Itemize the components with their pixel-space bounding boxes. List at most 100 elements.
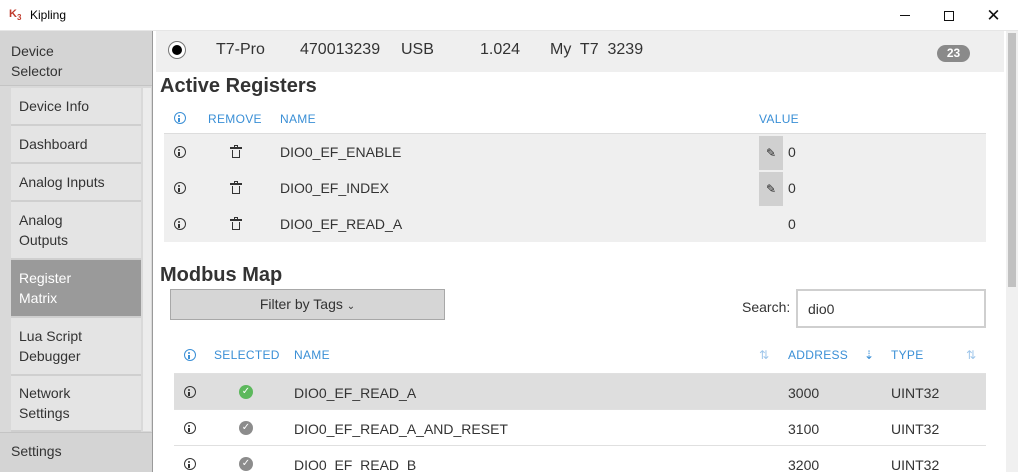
sidebar-item-label: Network [19,385,71,401]
sidebar-scrollbar[interactable] [143,88,151,431]
search-label: Search: [742,299,791,315]
pencil-icon: ✎ [765,146,777,160]
edit-value-button[interactable]: ✎ [759,136,783,170]
minimize-button[interactable] [882,0,927,31]
active-registers-title: Active Registers [160,75,317,97]
address-column-header[interactable]: ADDRESS [788,348,848,362]
main-scrollbar[interactable] [1006,31,1018,472]
register-type: UINT32 [891,421,940,437]
register-name: DIO0_EF_READ_A [280,216,403,232]
sidebar-item-label: Analog Inputs [19,174,105,190]
chevron-down-icon: ⌄ [346,301,356,312]
info-icon[interactable] [174,218,186,230]
info-icon[interactable] [184,422,196,434]
sidebar-item-register-matrix[interactable]: Register Matrix [11,260,141,318]
name-column-header: NAME [280,112,316,126]
sidebar-item-label: Dashboard [19,136,88,152]
sidebar-item-label: Register [19,270,72,286]
edit-value-button[interactable]: ✎ [759,172,783,206]
trash-icon[interactable] [230,217,242,230]
info-icon[interactable] [174,146,186,158]
sidebar-item-label: Analog [19,212,63,228]
sidebar-item-network-settings[interactable]: Network Settings [11,376,141,432]
sidebar-item-label: Settings [19,405,70,421]
table-row: DIO0_EF_INDEX ✎ 0 [164,170,986,206]
sort-icon[interactable]: ⇅ [966,348,976,362]
kipling-window: K3 Kipling ✕ Device Selector Device Info… [0,0,1018,472]
sidebar-item-analog-inputs[interactable]: Analog Inputs [11,164,141,202]
sidebar-item-label: Matrix [19,290,58,306]
sidebar: Device Selector Device Info Dashboard An… [0,31,153,472]
sidebar-item-device-selector[interactable]: Device Selector [0,31,152,86]
active-registers-header: REMOVE NAME VALUE [164,105,986,135]
device-model: T7-Pro [216,41,265,58]
check-circle-icon[interactable]: ✓ [239,421,253,435]
register-name: DIO0_EF_READ_B [294,457,417,472]
search-input[interactable]: dio0 [796,289,986,328]
sidebar-item-label: Device Info [19,98,90,114]
name-column-header[interactable]: NAME [294,348,330,362]
register-address: 3100 [788,421,820,437]
check-circle-icon[interactable]: ✓ [239,457,253,471]
sidebar-item-label: Outputs [19,232,69,248]
close-icon: ✕ [986,6,1001,25]
pencil-icon: ✎ [765,182,777,196]
register-name: DIO0_EF_INDEX [280,180,389,196]
scrollbar-thumb[interactable] [1008,33,1016,287]
sidebar-item-label: Lua Script [19,328,83,344]
device-connection: USB [401,41,434,58]
selected-column-header[interactable]: SELECTED [214,348,280,362]
sidebar-item-lua-script-debugger[interactable]: Lua Script Debugger [11,318,141,376]
trash-icon[interactable] [230,145,242,158]
register-name: DIO0_EF_READ_A [294,385,417,401]
type-column-header[interactable]: TYPE [891,348,924,362]
info-icon[interactable] [174,182,186,194]
device-radio-button[interactable] [168,41,186,59]
register-type: UINT32 [891,457,940,472]
device-row[interactable]: T7-Pro 470013239 USB 1.024 My T7 3239 23 [156,31,1004,72]
info-icon [184,349,196,361]
active-registers-table: DIO0_EF_ENABLE ✎ 0 DIO0_EF_INDEX ✎ 0 DIO… [164,134,986,242]
table-row[interactable]: ✓ DIO0_EF_READ_A_AND_RESET 3100 UINT32 [174,409,986,445]
table-row: DIO0_EF_READ_A 0 [164,206,986,242]
register-value: 0 [788,216,796,232]
info-icon[interactable] [184,386,196,398]
sort-icon[interactable]: ⇅ [759,348,769,362]
table-row[interactable]: ✓ DIO0_EF_READ_A 3000 UINT32 [174,373,986,409]
modbus-map-title: Modbus Map [160,264,283,286]
table-row: DIO0_EF_ENABLE ✎ 0 [164,134,986,170]
filter-by-tags-button[interactable]: Filter by Tags ⌄ [170,289,445,320]
maximize-icon [943,10,954,21]
register-name: DIO0_EF_READ_A_AND_RESET [294,421,508,437]
device-name: My T7 3239 [550,41,644,58]
filter-button-label: Filter by Tags [259,296,343,312]
register-name: DIO0_EF_ENABLE [280,144,402,160]
check-circle-icon[interactable]: ✓ [239,385,253,399]
close-button[interactable]: ✕ [971,0,1016,31]
sidebar-item-label: Selector [11,63,63,79]
device-serial: 470013239 [300,41,381,58]
register-address: 3000 [788,385,820,401]
minimize-icon [899,15,910,16]
info-icon[interactable] [184,458,196,470]
device-count-badge: 23 [937,45,970,62]
sidebar-item-label: Settings [11,443,62,459]
sidebar-item-settings[interactable]: Settings [0,432,152,472]
trash-icon[interactable] [230,181,242,194]
remove-column-header: REMOVE [208,112,262,126]
sidebar-item-label: Device [11,43,54,59]
table-row[interactable]: ✓ DIO0_EF_READ_B 3200 UINT32 [174,445,986,472]
title-bar: K3 Kipling ✕ [0,0,1018,31]
info-icon [174,112,186,124]
sidebar-item-analog-outputs[interactable]: Analog Outputs [11,202,141,260]
main-content: T7-Pro 470013239 USB 1.024 My T7 3239 23… [154,31,1006,472]
value-column-header: VALUE [759,112,799,126]
sort-ascending-icon[interactable]: ⇣ [864,348,874,362]
maximize-button[interactable] [926,0,971,31]
register-address: 3200 [788,457,820,472]
sidebar-item-dashboard[interactable]: Dashboard [11,126,141,164]
device-firmware: 1.024 [480,41,521,58]
register-value: 0 [788,180,796,196]
modbus-map-header: SELECTED NAME ⇅ ADDRESS ⇣ TYPE ⇅ [174,341,986,373]
sidebar-item-device-info[interactable]: Device Info [11,88,141,126]
